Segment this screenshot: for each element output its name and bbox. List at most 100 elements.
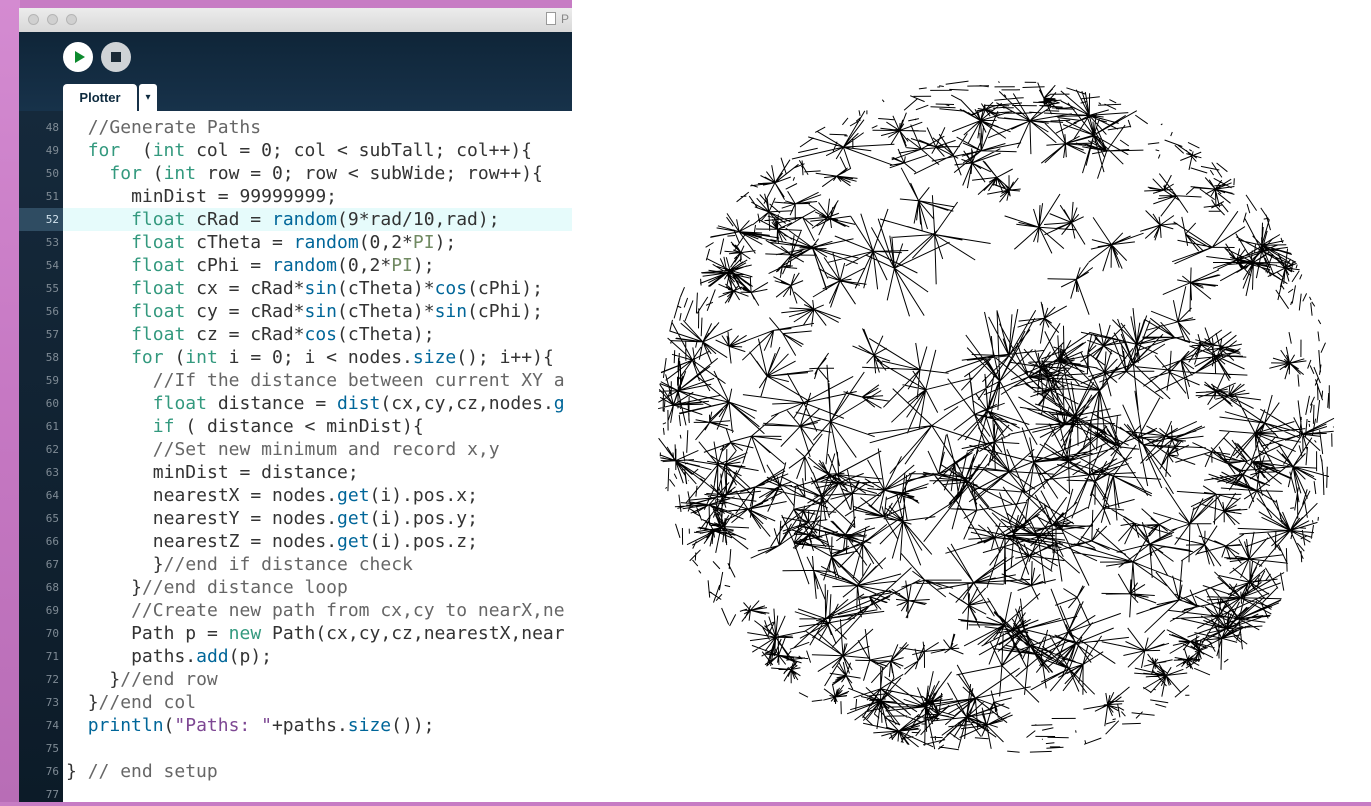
code-token: // end setup	[87, 761, 218, 782]
zoom-window-icon[interactable]	[66, 14, 77, 25]
code-line[interactable]: //Generate Paths	[88, 116, 261, 139]
line-number: 71	[45, 650, 59, 663]
code-token: //Generate Paths	[87, 117, 262, 138]
code-token: float	[131, 301, 186, 322]
line-number: 68	[45, 581, 59, 594]
document-icon	[546, 12, 556, 25]
code-token: float	[131, 209, 186, 230]
code-token: for	[87, 140, 121, 161]
code-token: );	[434, 232, 457, 253]
window-titlebar: P	[19, 8, 579, 33]
code-editor[interactable]: //Generate Paths for (int col = 0; col < …	[63, 111, 579, 802]
code-token: get	[337, 531, 370, 552]
line-number: 51	[45, 190, 59, 203]
tab-menu-chevron-down-icon[interactable]: ▾	[139, 84, 157, 111]
line-number: 62	[45, 443, 59, 456]
code-line[interactable]: }//end col	[88, 691, 196, 714]
code-token: (i).pos.y;	[369, 508, 478, 529]
code-line[interactable]: println("Paths: "+paths.size());	[88, 714, 435, 737]
close-window-icon[interactable]	[28, 14, 39, 25]
code-line[interactable]: } // end setup	[66, 760, 218, 783]
code-token: //end col	[98, 692, 197, 713]
code-token: nearestX = nodes.	[152, 485, 338, 506]
code-line[interactable]: for (int i = 0; i < nodes.size(); i++){	[131, 346, 554, 369]
code-token: PI	[391, 255, 413, 276]
line-number: 63	[45, 466, 59, 479]
code-token: }	[66, 761, 88, 782]
tab-plotter[interactable]: Plotter	[63, 84, 137, 111]
code-line[interactable]: float cz = cRad*cos(cTheta);	[131, 323, 434, 346]
code-line[interactable]: }//end row	[109, 668, 217, 691]
code-line[interactable]: nearestZ = nodes.get(i).pos.z;	[153, 530, 478, 553]
code-token: ( distance < minDist){	[174, 416, 424, 437]
code-line[interactable]: for (int col = 0; col < subTall; col++){	[88, 139, 532, 162]
code-line[interactable]: //Set new minimum and record x,y	[153, 438, 500, 461]
code-token: cos	[434, 278, 468, 299]
code-token: }	[152, 554, 164, 575]
stop-button[interactable]	[101, 42, 131, 72]
code-line[interactable]: float cTheta = random(0,2*PI);	[131, 231, 456, 254]
line-number: 53	[45, 236, 59, 249]
code-token: ());	[391, 715, 435, 736]
code-token: random	[271, 209, 338, 230]
code-token: (cTheta)*	[337, 301, 435, 322]
code-line[interactable]: nearestY = nodes.get(i).pos.y;	[153, 507, 478, 530]
code-token: //end row	[120, 669, 218, 690]
line-number: 73	[45, 696, 59, 709]
code-token: (); i++){	[456, 347, 554, 368]
code-token: (cPhi);	[467, 301, 543, 322]
run-button[interactable]	[63, 42, 93, 72]
code-token: for	[109, 163, 142, 184]
code-line[interactable]: float cPhi = random(0,2*PI);	[131, 254, 434, 277]
code-token: //Create new path from cx,cy to nearX,ne	[131, 600, 565, 621]
code-token: sin	[304, 301, 338, 322]
line-number: 50	[45, 167, 59, 180]
code-line[interactable]: //Create new path from cx,cy to nearX,ne	[131, 599, 564, 622]
code-line[interactable]: minDist = distance;	[153, 461, 359, 484]
sphere-path-strokes	[657, 80, 1335, 753]
code-line[interactable]: }//end distance loop	[131, 576, 348, 599]
line-number: 48	[45, 121, 59, 134]
code-token: nearestY = nodes.	[152, 508, 338, 529]
code-line[interactable]: minDist = 99999999;	[131, 185, 337, 208]
code-token: (	[163, 347, 186, 368]
code-line[interactable]: float cRad = random(9*rad/10,rad);	[131, 208, 499, 231]
code-line[interactable]: if ( distance < minDist){	[153, 415, 424, 438]
code-token: paths.	[131, 646, 197, 667]
line-number: 55	[45, 282, 59, 295]
line-number: 60	[45, 397, 59, 410]
code-line[interactable]: float cy = cRad*sin(cTheta)*sin(cPhi);	[131, 300, 543, 323]
code-token: //Set new minimum and record x,y	[152, 439, 500, 460]
code-token: sin	[434, 301, 468, 322]
line-number: 52	[19, 208, 63, 231]
code-token: PI	[412, 232, 435, 253]
code-token: random	[293, 232, 359, 253]
code-token: minDist = 99999999;	[131, 186, 337, 207]
line-number: 76	[45, 765, 59, 778]
code-token: g	[553, 393, 565, 414]
code-line[interactable]: }//end if distance check	[153, 553, 413, 576]
minimize-window-icon[interactable]	[47, 14, 58, 25]
code-token: cy = cRad*	[185, 301, 305, 322]
code-token: new	[228, 623, 262, 644]
line-number: 56	[45, 305, 59, 318]
code-token: (9*rad/10,rad);	[337, 209, 500, 230]
code-line[interactable]: //If the distance between current XY a	[153, 369, 565, 392]
code-token: (	[163, 715, 175, 736]
code-token: );	[412, 255, 435, 276]
code-token: int	[152, 140, 186, 161]
code-line[interactable]: float cx = cRad*sin(cTheta)*cos(cPhi);	[131, 277, 543, 300]
code-line[interactable]: Path p = new Path(cx,cy,cz,nearestX,near	[131, 622, 565, 645]
code-token: get	[337, 508, 370, 529]
code-token: //end if distance check	[163, 554, 413, 575]
code-token: float	[131, 255, 186, 276]
code-line[interactable]: paths.add(p);	[131, 645, 272, 668]
code-line[interactable]: for (int row = 0; row < subWide; row++){	[109, 162, 543, 185]
code-token: cRad =	[185, 209, 272, 230]
code-token: size	[412, 347, 457, 368]
code-line[interactable]: float distance = dist(cx,cy,cz,nodes.g	[153, 392, 565, 415]
code-token: (0,2*	[358, 232, 413, 253]
code-line[interactable]: nearestX = nodes.get(i).pos.x;	[153, 484, 478, 507]
line-number: 75	[45, 742, 59, 755]
code-token: int	[163, 163, 197, 184]
